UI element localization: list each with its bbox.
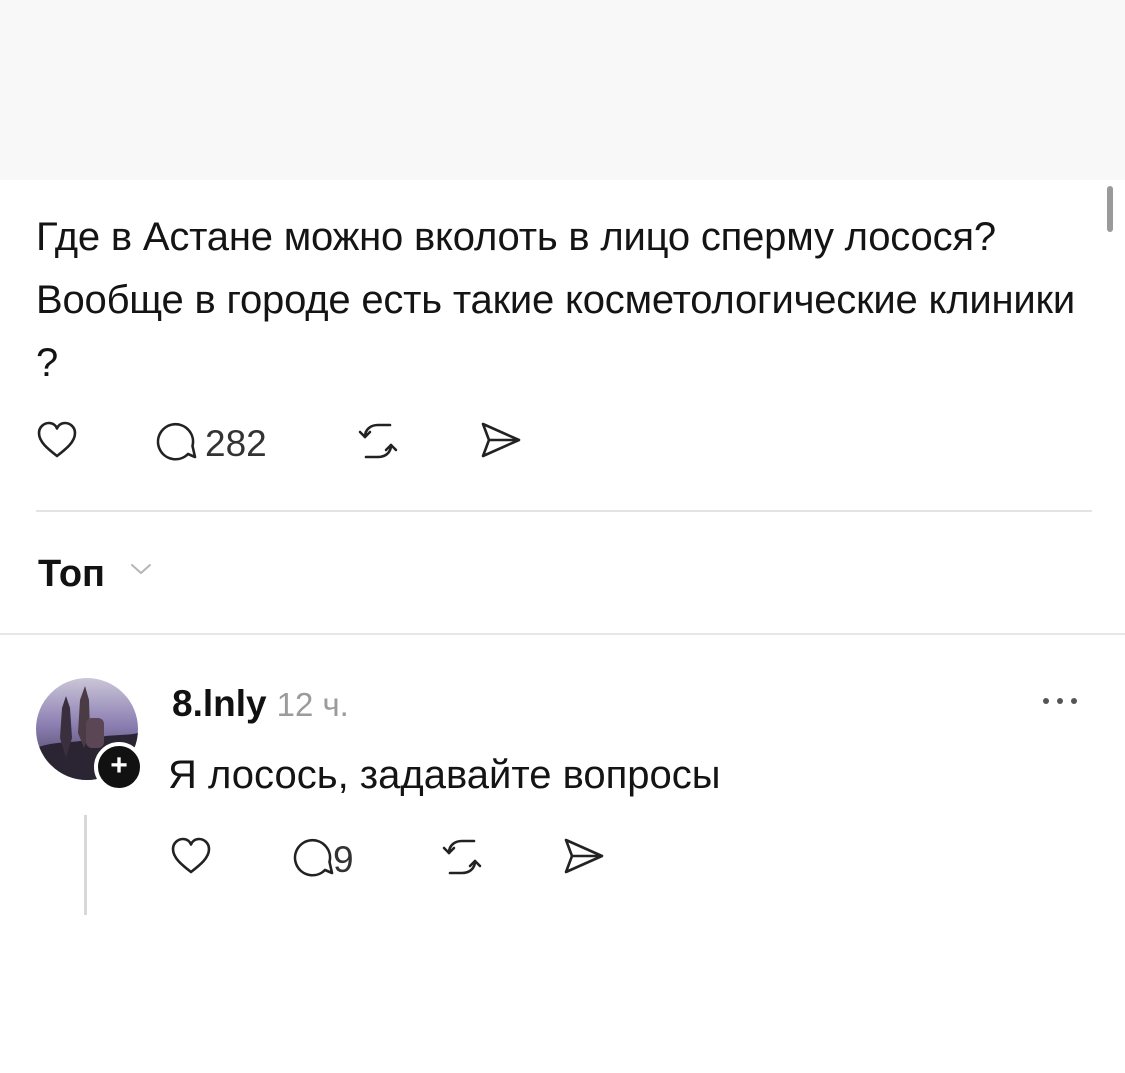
timestamp: 12 ч. bbox=[276, 686, 349, 723]
more-dots-icon[interactable] bbox=[1040, 694, 1080, 708]
chevron-down-icon bbox=[131, 564, 151, 574]
heart-icon[interactable] bbox=[170, 836, 212, 876]
reply-count: 282 bbox=[205, 423, 267, 464]
top-blank-area bbox=[0, 0, 1125, 180]
scrollbar[interactable] bbox=[1107, 186, 1113, 232]
sort-dropdown[interactable]: Топ bbox=[38, 552, 151, 596]
comment-action-bar: 9 bbox=[0, 836, 700, 886]
comment-icon[interactable] bbox=[290, 836, 334, 878]
sort-label: Топ bbox=[38, 553, 105, 595]
reply-count: 9 bbox=[333, 839, 354, 880]
repost-icon[interactable] bbox=[356, 420, 400, 462]
comment-header: 8.lnly 12 ч. bbox=[172, 682, 349, 726]
comment-icon[interactable] bbox=[153, 420, 197, 462]
comment-text: Я лосось, задавайте вопросы bbox=[168, 753, 721, 797]
send-icon[interactable] bbox=[478, 420, 524, 460]
follow-plus-button[interactable]: + bbox=[94, 742, 144, 792]
divider bbox=[36, 510, 1092, 512]
username[interactable]: 8.lnly bbox=[172, 683, 267, 724]
divider bbox=[0, 633, 1125, 635]
repost-icon[interactable] bbox=[440, 836, 484, 878]
post-text: Где в Астане можно вколоть в лицо сперму… bbox=[36, 215, 1075, 385]
post-action-bar: 282 bbox=[0, 420, 600, 470]
send-icon[interactable] bbox=[561, 836, 607, 876]
heart-icon[interactable] bbox=[36, 420, 78, 460]
plus-icon: + bbox=[110, 749, 128, 782]
